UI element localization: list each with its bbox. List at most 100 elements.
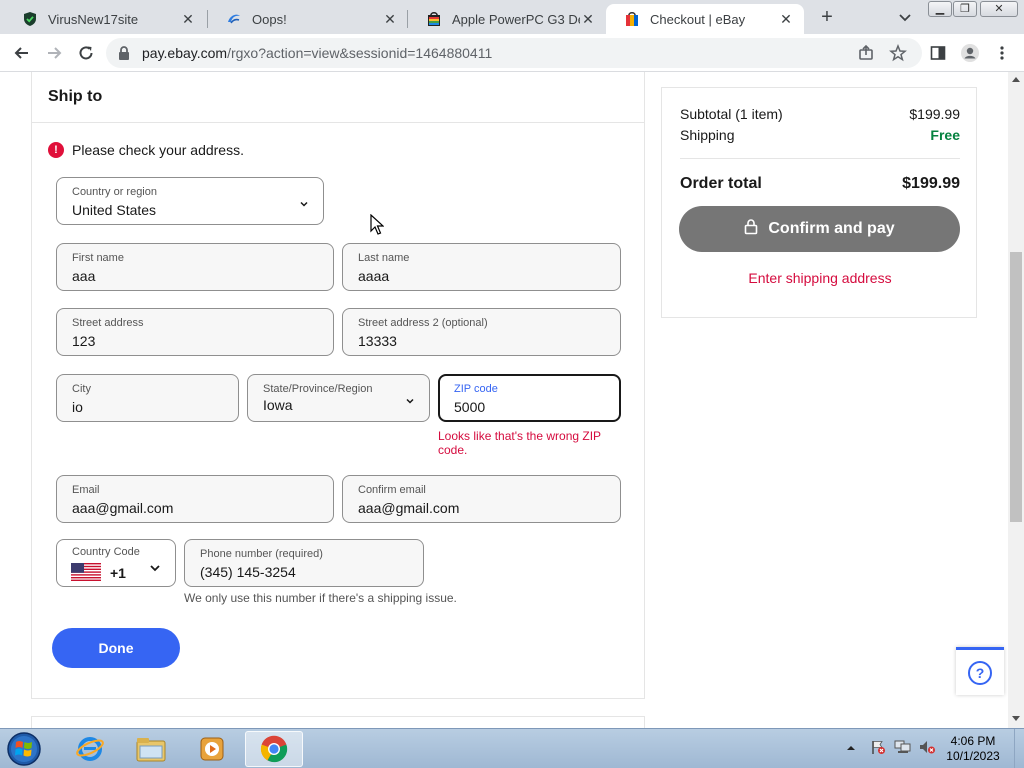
tab-search-chevron-icon[interactable]	[896, 8, 914, 26]
reload-icon[interactable]	[76, 43, 96, 63]
tab-title: Oops!	[252, 11, 287, 27]
forward-arrow-icon[interactable]	[44, 43, 64, 63]
kebab-menu-icon[interactable]	[992, 43, 1012, 63]
tab-checkout-ebay[interactable]: Checkout | eBay ✕	[606, 4, 804, 34]
country-select[interactable]: Country or region United States	[56, 177, 324, 225]
country-value: United States	[72, 202, 157, 218]
shield-icon	[22, 11, 38, 27]
street-address-2-label: Street address 2 (optional)	[358, 317, 488, 329]
address-alert: ! Please check your address.	[48, 142, 244, 158]
tab-virusnew17site[interactable]: VirusNew17site ✕	[4, 4, 206, 34]
back-arrow-icon[interactable]	[12, 43, 32, 63]
email-field[interactable]: Email aaa@gmail.com	[56, 475, 334, 523]
phone-hint: We only use this number if there's a shi…	[184, 591, 457, 605]
close-tab-icon[interactable]: ✕	[180, 11, 196, 27]
phone-number-value: (345) 145-3254	[200, 564, 296, 580]
divider	[680, 158, 960, 159]
new-tab-button[interactable]: +	[816, 6, 838, 28]
street-address-2-value: 13333	[358, 333, 397, 349]
restore-window-button[interactable]: ❐	[953, 1, 977, 17]
first-name-field[interactable]: First name aaa	[56, 243, 334, 291]
media-player-icon[interactable]	[183, 731, 241, 767]
country-code-value: +1	[110, 565, 126, 581]
street-address-2-field[interactable]: Street address 2 (optional) 13333	[342, 308, 621, 356]
page-scrollbar[interactable]	[1008, 72, 1024, 728]
bookmark-star-icon[interactable]	[888, 43, 908, 63]
tab-title: VirusNew17site	[48, 11, 139, 27]
lock-icon[interactable]	[118, 45, 130, 66]
show-desktop-button[interactable]	[1014, 729, 1024, 768]
browser-toolbar: pay.ebay.com/rgxo?action=view&sessionid=…	[0, 34, 1024, 72]
zip-code-field[interactable]: ZIP code 5000	[438, 374, 621, 422]
profile-avatar-icon[interactable]	[960, 43, 980, 63]
confirm-email-value: aaa@gmail.com	[358, 500, 460, 516]
clock-date: 10/1/2023	[946, 749, 1000, 763]
action-center-flag-icon[interactable]	[870, 739, 886, 760]
address-bar[interactable]: pay.ebay.com/rgxo?action=view&sessionid=…	[106, 38, 922, 68]
close-tab-icon[interactable]: ✕	[382, 11, 398, 27]
file-explorer-icon[interactable]	[122, 731, 180, 767]
zip-code-value: 5000	[454, 399, 486, 415]
order-total-row: Order total $199.99	[680, 175, 960, 193]
tab-apple-powerpc[interactable]: Apple PowerPC G3 Deskt ✕	[408, 4, 606, 34]
tab-title: Apple PowerPC G3 Deskt	[452, 11, 580, 27]
chrome-taskbar-icon[interactable]	[245, 731, 303, 767]
done-button[interactable]: Done	[52, 628, 180, 668]
confirm-and-pay-button[interactable]: Confirm and pay	[679, 206, 960, 252]
error-alert-icon: !	[48, 142, 64, 158]
close-window-button[interactable]: ✕	[980, 1, 1018, 17]
lock-icon	[744, 218, 758, 240]
confirm-and-pay-label: Confirm and pay	[768, 220, 895, 237]
email-value: aaa@gmail.com	[72, 500, 174, 516]
confirm-email-field[interactable]: Confirm email aaa@gmail.com	[342, 475, 621, 523]
country-code-select[interactable]: Country Code +1	[56, 539, 176, 587]
last-name-label: Last name	[358, 252, 410, 264]
phone-number-label: Phone number (required)	[200, 548, 323, 560]
last-name-field[interactable]: Last name aaaa	[342, 243, 621, 291]
city-value: io	[72, 399, 83, 415]
first-name-value: aaa	[72, 268, 96, 284]
scrollbar-thumb[interactable]	[1010, 252, 1022, 522]
city-field[interactable]: City io	[56, 374, 239, 422]
country-label: Country or region	[72, 186, 157, 198]
last-name-value: aaaa	[358, 268, 390, 284]
ship-to-title: Ship to	[48, 88, 103, 105]
state-select[interactable]: State/Province/Region Iowa	[247, 374, 430, 422]
state-value: Iowa	[263, 397, 293, 413]
mouse-cursor-icon	[370, 213, 385, 236]
show-hidden-icons-icon[interactable]	[846, 740, 856, 758]
close-tab-icon[interactable]: ✕	[580, 11, 596, 27]
subtotal-row: Subtotal (1 item) $199.99	[680, 106, 960, 122]
street-address-value: 123	[72, 333, 96, 349]
system-tray	[840, 729, 936, 768]
network-icon[interactable]	[894, 739, 912, 760]
screen: VirusNew17site ✕ Oops! ✕ Apple PowerPC G…	[0, 0, 1024, 768]
internet-explorer-icon[interactable]	[61, 731, 119, 767]
phone-number-field[interactable]: Phone number (required) (345) 145-3254	[184, 539, 424, 587]
subtotal-value: $199.99	[909, 106, 960, 122]
street-address-field[interactable]: Street address 123	[56, 308, 334, 356]
tab-strip: VirusNew17site ✕ Oops! ✕ Apple PowerPC G…	[0, 0, 1024, 34]
close-tab-icon[interactable]: ✕	[778, 11, 794, 27]
minimize-window-button[interactable]: ▁	[928, 1, 952, 17]
shipping-address-warning: Enter shipping address	[748, 270, 892, 286]
system-clock[interactable]: 4:06 PM 10/1/2023	[940, 734, 1006, 764]
us-flag-icon	[71, 563, 101, 581]
shipping-label: Shipping	[680, 127, 735, 143]
start-button[interactable]	[4, 730, 44, 768]
url-text: pay.ebay.com/rgxo?action=view&sessionid=…	[142, 45, 493, 61]
help-button[interactable]: ?	[956, 647, 1004, 695]
subtotal-label: Subtotal (1 item)	[680, 106, 783, 122]
scroll-down-arrow-icon[interactable]	[1012, 716, 1020, 721]
chevron-down-icon	[405, 393, 415, 404]
confirm-email-label: Confirm email	[358, 484, 426, 496]
chevron-down-icon	[299, 196, 309, 207]
volume-muted-icon[interactable]	[918, 739, 936, 760]
scroll-up-arrow-icon[interactable]	[1012, 77, 1020, 82]
share-icon[interactable]	[856, 43, 876, 63]
side-panel-icon[interactable]	[928, 43, 948, 63]
clock-time: 4:06 PM	[950, 734, 996, 748]
tab-oops[interactable]: Oops! ✕	[208, 4, 408, 34]
order-summary-card: Subtotal (1 item) $199.99 Shipping Free …	[661, 87, 977, 318]
windows-taskbar: 4:06 PM 10/1/2023	[0, 728, 1024, 768]
